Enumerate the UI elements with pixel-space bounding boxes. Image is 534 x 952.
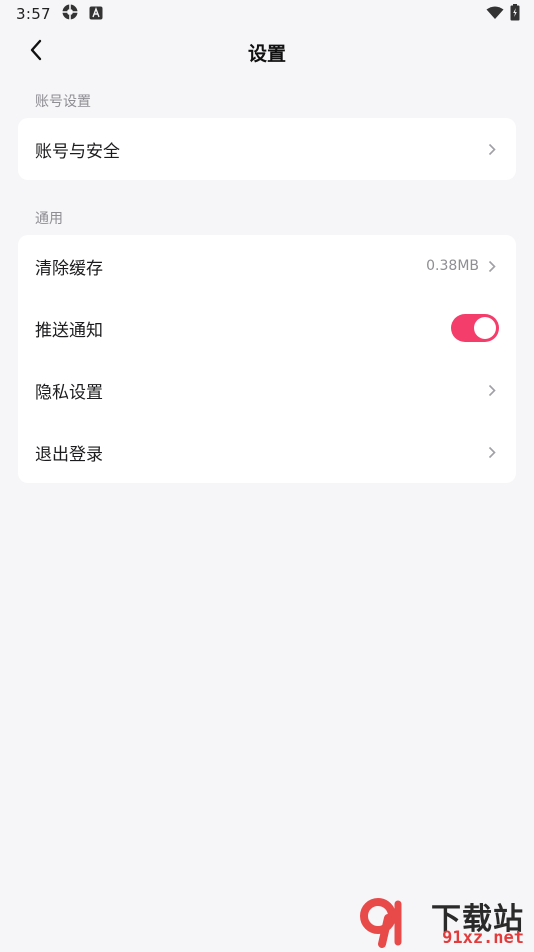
settings-sync-icon	[61, 3, 79, 25]
row-account-security[interactable]: 账号与安全	[18, 118, 516, 180]
cache-size-value: 0.38MB	[426, 258, 479, 274]
status-right	[486, 3, 520, 25]
row-label: 隐私设置	[35, 382, 103, 403]
toggle-knob	[474, 317, 496, 339]
chevron-right-icon	[485, 445, 499, 459]
row-logout[interactable]: 退出登录	[18, 421, 516, 483]
push-notification-toggle[interactable]	[451, 314, 499, 342]
battery-icon	[510, 3, 520, 25]
row-label: 清除缓存	[35, 258, 103, 279]
section-label-account: 账号设置	[35, 94, 91, 110]
chevron-right-icon	[485, 383, 499, 397]
status-time: 3:57	[16, 5, 51, 23]
card-account: 账号与安全	[18, 118, 516, 180]
page-title: 设置	[247, 42, 286, 65]
row-privacy-settings[interactable]: 隐私设置	[18, 359, 516, 421]
chevron-right-icon	[485, 142, 499, 156]
row-label: 退出登录	[35, 444, 103, 465]
card-general: 清除缓存 0.38MB 推送通知 隐私设置 退出登录	[18, 235, 516, 483]
row-label: 推送通知	[35, 320, 103, 341]
chevron-left-icon	[29, 39, 43, 65]
status-left: 3:57	[16, 3, 103, 25]
watermark: 下载站 91xz.net	[358, 894, 528, 948]
a-badge-icon	[89, 5, 103, 24]
back-button[interactable]	[22, 38, 50, 66]
watermark-logo-icon	[358, 896, 410, 948]
section-label-general: 通用	[35, 211, 63, 227]
wifi-icon	[486, 5, 504, 24]
row-clear-cache[interactable]: 清除缓存 0.38MB	[18, 235, 516, 297]
status-bar: 3:57	[0, 0, 534, 28]
row-label: 账号与安全	[35, 141, 120, 162]
row-push-notification: 推送通知	[18, 297, 516, 359]
watermark-url: 91xz.net	[442, 928, 524, 948]
header-bar: 设置	[0, 28, 534, 76]
chevron-right-icon	[485, 259, 499, 273]
